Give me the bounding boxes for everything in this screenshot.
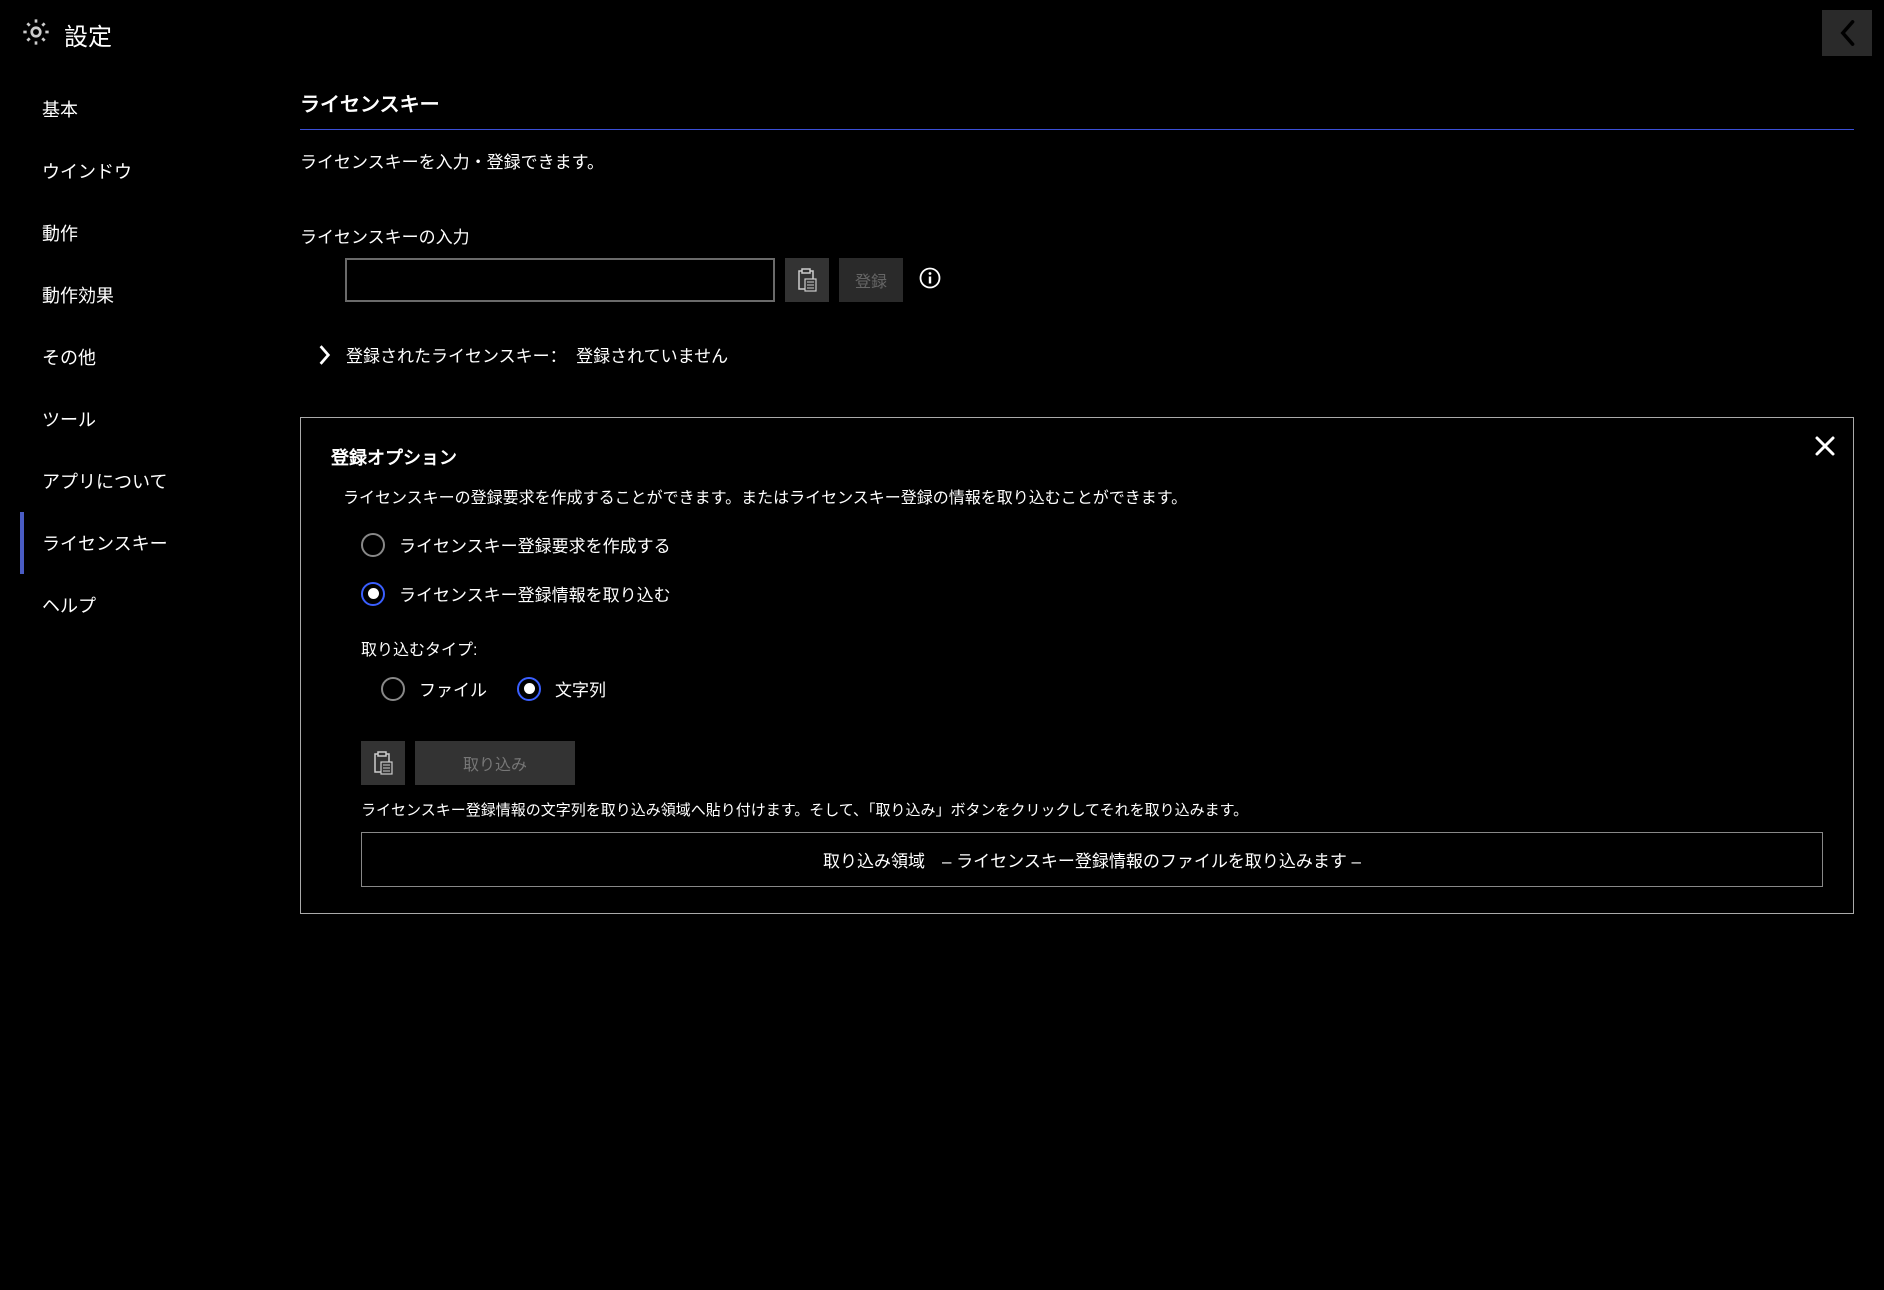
license-input-row: 登録 (345, 258, 1854, 302)
import-type-label: 取り込むタイプ: (361, 636, 1823, 660)
radio-label: ファイル (419, 676, 487, 701)
license-input-label: ライセンスキーの入力 (300, 223, 1854, 248)
register-option-radio-group: ライセンスキー登録要求を作成する ライセンスキー登録情報を取り込む (361, 532, 1823, 606)
import-action-row: 取り込み (361, 741, 1823, 785)
sidebar-item-effects[interactable]: 動作効果 (20, 264, 300, 326)
radio-icon (381, 677, 405, 701)
import-type-radio-group: ファイル 文字列 (381, 676, 1823, 701)
sidebar-item-window[interactable]: ウインドウ (20, 140, 300, 202)
chevron-right-icon (318, 344, 332, 366)
back-button[interactable] (1822, 10, 1872, 56)
radio-label: 文字列 (555, 676, 606, 701)
radio-icon (517, 677, 541, 701)
sidebar-item-basic[interactable]: 基本 (20, 78, 300, 140)
close-button[interactable] (1813, 434, 1837, 461)
panel-desc: ライセンスキーの登録要求を作成することができます。またはライセンスキー登録の情報… (343, 484, 1823, 508)
sidebar-item-label: ウインドウ (42, 162, 132, 182)
section-desc: ライセンスキーを入力・登録できます。 (300, 148, 1854, 173)
registered-label: 登録されたライセンスキー： 登録されていません (346, 342, 728, 367)
section-title: ライセンスキー (300, 88, 1854, 130)
sidebar-item-label: アプリについて (42, 472, 167, 492)
sidebar-item-label: 動作効果 (42, 286, 114, 306)
gear-icon (20, 16, 52, 52)
license-input[interactable] (345, 258, 775, 302)
info-icon[interactable] (919, 267, 941, 293)
panel-title: 登録オプション (331, 444, 1823, 470)
sidebar: 基本 ウインドウ 動作 動作効果 その他 ツール アプリについて ライセンスキー… (0, 68, 300, 934)
radio-create-request[interactable]: ライセンスキー登録要求を作成する (361, 532, 1823, 557)
sidebar-item-label: その他 (42, 348, 96, 368)
sidebar-item-label: 動作 (42, 224, 78, 244)
sidebar-item-label: 基本 (42, 100, 78, 120)
radio-type-string[interactable]: 文字列 (517, 676, 606, 701)
radio-icon (361, 582, 385, 606)
page-title: 設定 (64, 17, 112, 52)
close-icon (1813, 434, 1837, 458)
radio-icon (361, 533, 385, 557)
import-button[interactable]: 取り込み (415, 741, 575, 785)
sidebar-item-license[interactable]: ライセンスキー (20, 512, 300, 574)
content: ライセンスキー ライセンスキーを入力・登録できます。 ライセンスキーの入力 登録 (300, 68, 1884, 934)
radio-import-info[interactable]: ライセンスキー登録情報を取り込む (361, 581, 1823, 606)
sidebar-item-about[interactable]: アプリについて (20, 450, 300, 512)
sidebar-item-label: ツール (42, 410, 96, 430)
radio-type-file[interactable]: ファイル (381, 676, 487, 701)
import-hint: ライセンスキー登録情報の文字列を取り込み領域へ貼り付けます。そして、「取り込み」… (361, 799, 1823, 820)
paste-button[interactable] (785, 258, 829, 302)
chevron-left-icon (1838, 19, 1856, 47)
radio-label: ライセンスキー登録情報を取り込む (399, 581, 671, 606)
radio-label: ライセンスキー登録要求を作成する (399, 532, 671, 557)
register-button[interactable]: 登録 (839, 258, 903, 302)
options-panel: 登録オプション ライセンスキーの登録要求を作成することができます。またはライセン… (300, 417, 1854, 914)
clipboard-icon (372, 751, 394, 775)
registered-keys-toggle[interactable]: 登録されたライセンスキー： 登録されていません (318, 342, 1854, 367)
sidebar-item-help[interactable]: ヘルプ (20, 574, 300, 636)
sidebar-item-other[interactable]: その他 (20, 326, 300, 388)
sidebar-item-label: ヘルプ (42, 596, 96, 616)
sidebar-item-behavior[interactable]: 動作 (20, 202, 300, 264)
import-area[interactable]: 取り込み領域 – ライセンスキー登録情報のファイルを取り込みます – (361, 832, 1823, 887)
sidebar-item-label: ライセンスキー (42, 534, 168, 554)
header: 設定 (0, 0, 1884, 68)
paste-import-button[interactable] (361, 741, 405, 785)
clipboard-icon (796, 268, 818, 292)
sidebar-item-tools[interactable]: ツール (20, 388, 300, 450)
